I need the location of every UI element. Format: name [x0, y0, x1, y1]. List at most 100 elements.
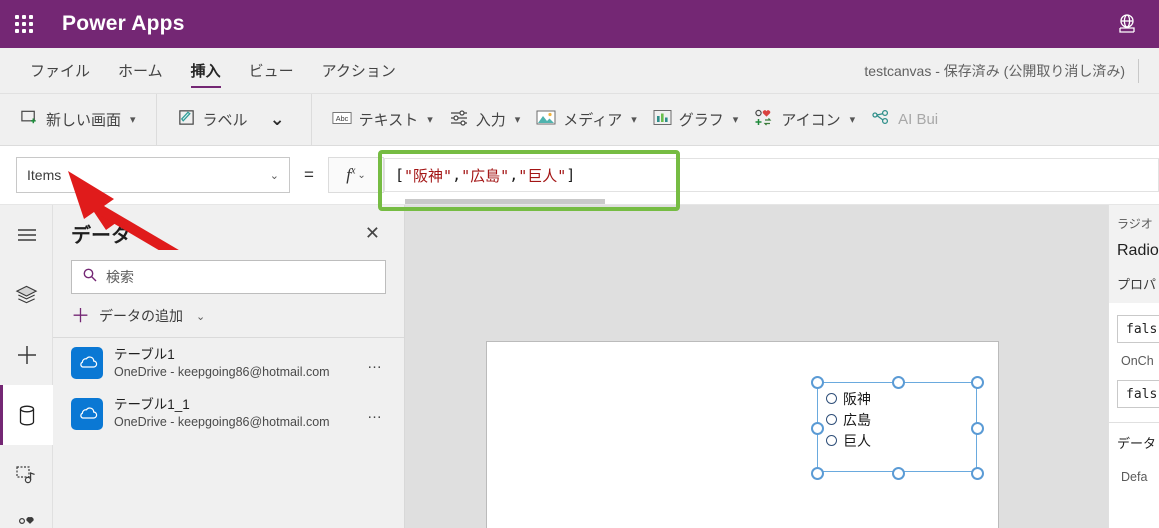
- overflow-menu-icon[interactable]: …: [361, 355, 390, 372]
- fx-button[interactable]: fx ⌄: [328, 157, 384, 193]
- tab-properties[interactable]: プロパ: [1117, 274, 1159, 293]
- data-search-box[interactable]: [71, 260, 386, 294]
- add-data-label: データの追加: [99, 308, 184, 324]
- chevron-down-icon: ▾: [514, 114, 521, 126]
- plus-icon: ＋: [71, 305, 91, 327]
- formula-token: ,: [509, 166, 519, 184]
- chevron-down-icon: ⌄: [196, 310, 206, 323]
- resize-handle-n[interactable]: [892, 376, 905, 389]
- menu-item-file[interactable]: ファイル: [16, 48, 104, 94]
- resize-handle-w[interactable]: [811, 422, 824, 435]
- environment-globe-icon[interactable]: [1103, 0, 1151, 48]
- data-source-subtitle: OneDrive - keepgoing86@hotmail.com: [114, 364, 330, 379]
- menu-item-insert[interactable]: 挿入: [177, 48, 235, 94]
- chevron-down-icon: ▾: [849, 114, 856, 126]
- status-divider: [1138, 59, 1139, 83]
- resize-handle-s[interactable]: [892, 467, 905, 480]
- property-value-field[interactable]: fals: [1117, 315, 1159, 343]
- ribbon-expand-chevron-icon[interactable]: ⌄: [256, 109, 299, 130]
- radio-circle-icon: [826, 393, 837, 404]
- ribbon-group-label: ラベル ⌄: [157, 93, 312, 146]
- hamburger-menu-icon[interactable]: [0, 205, 53, 265]
- input-button-label: 入力: [475, 112, 506, 129]
- media-image-icon: [536, 109, 556, 130]
- resize-handle-nw[interactable]: [811, 376, 824, 389]
- resize-handle-se[interactable]: [971, 467, 984, 480]
- chart-button[interactable]: グラフ ▾: [645, 100, 747, 140]
- app-launcher-icon[interactable]: [0, 0, 48, 48]
- title-bar: Power Apps: [0, 0, 1159, 48]
- data-database-icon[interactable]: [0, 385, 53, 445]
- property-label: OnCh: [1121, 354, 1154, 368]
- media-button[interactable]: メディア ▾: [528, 100, 644, 140]
- overflow-menu-icon[interactable]: …: [361, 405, 390, 422]
- radio-option[interactable]: 阪神: [818, 388, 976, 409]
- tree-view-layers-icon[interactable]: [0, 265, 53, 325]
- chart-button-label: グラフ: [678, 112, 724, 129]
- menu-item-view[interactable]: ビュー: [235, 48, 308, 94]
- formula-bar: Items ⌄ = fx ⌄ ["阪神", "広島", "巨人"]: [0, 146, 1159, 205]
- menu-bar: ファイル ホーム 挿入 ビュー アクション testcanvas - 保存済み …: [0, 48, 1159, 94]
- radio-circle-icon: [826, 414, 837, 425]
- property-value-field[interactable]: fals: [1117, 380, 1159, 408]
- list-item[interactable]: テーブル1_1 OneDrive - keepgoing86@hotmail.c…: [53, 388, 404, 438]
- input-sliders-icon: [449, 109, 469, 131]
- media-icon[interactable]: [0, 445, 53, 505]
- app-screen[interactable]: 阪神 広島 巨人: [486, 341, 999, 528]
- radio-option-label: 広島: [843, 411, 871, 428]
- insert-plus-icon[interactable]: [0, 325, 53, 385]
- ribbon-group-screens: 新しい画面 ▾: [0, 93, 157, 146]
- ai-builder-button[interactable]: AI Bui: [863, 100, 946, 140]
- text-button[interactable]: Abc テキスト ▾: [324, 100, 441, 140]
- advanced-variables-icon[interactable]: [0, 505, 53, 528]
- chart-bars-icon: [653, 109, 672, 130]
- input-button[interactable]: 入力 ▾: [441, 100, 529, 140]
- chevron-down-icon: ▾: [732, 114, 739, 126]
- power-apps-studio: Power Apps ファイル ホーム 挿入 ビュー アクション testcan…: [0, 0, 1159, 528]
- new-screen-button[interactable]: 新しい画面 ▾: [12, 100, 144, 140]
- resize-handle-sw[interactable]: [811, 467, 824, 480]
- formula-token: "広島": [461, 166, 510, 185]
- data-source-subtitle: OneDrive - keepgoing86@hotmail.com: [114, 414, 330, 429]
- list-item-text: テーブル1_1 OneDrive - keepgoing86@hotmail.c…: [114, 396, 350, 430]
- media-button-label: メディア: [563, 112, 623, 129]
- menu-item-action[interactable]: アクション: [308, 48, 410, 94]
- ai-builder-label: AI Bui: [898, 111, 939, 128]
- icons-button[interactable]: アイコン ▾: [746, 100, 863, 140]
- text-button-label: テキスト: [358, 112, 419, 129]
- chevron-down-icon: ⌄: [269, 169, 279, 182]
- data-source-name: テーブル1: [114, 347, 175, 362]
- svg-text:Abc: Abc: [335, 114, 348, 123]
- icons-shapes-icon: [754, 109, 774, 131]
- radio-option-label: 巨人: [843, 432, 871, 449]
- list-item[interactable]: テーブル1 OneDrive - keepgoing86@hotmail.com…: [53, 338, 404, 388]
- fx-icon: fx: [346, 165, 356, 184]
- text-abc-icon: Abc: [332, 110, 352, 130]
- formula-input[interactable]: ["阪神", "広島", "巨人"]: [384, 158, 1159, 192]
- properties-panel: ラジオ Radio プロパ fals OnCh fals データ Defa: [1108, 205, 1159, 528]
- radio-control[interactable]: 阪神 広島 巨人: [811, 376, 984, 480]
- properties-section-data: データ: [1117, 436, 1157, 451]
- resize-handle-ne[interactable]: [971, 376, 984, 389]
- chevron-down-icon: ▾: [130, 114, 136, 126]
- label-button-label: ラベル: [202, 112, 248, 129]
- property-select[interactable]: Items ⌄: [16, 157, 290, 193]
- horizontal-scroll-strip[interactable]: [405, 199, 605, 204]
- canvas-area[interactable]: 阪神 広島 巨人: [405, 205, 1108, 528]
- formula-token: ,: [452, 166, 462, 184]
- radio-option[interactable]: 巨人: [818, 430, 976, 451]
- radio-circle-icon: [826, 435, 837, 446]
- control-name: Radio: [1117, 242, 1159, 259]
- resize-handle-e[interactable]: [971, 422, 984, 435]
- data-panel: データ ✕ ＋ データの追加 ⌄ テーブル: [53, 205, 405, 528]
- equals-sign: =: [304, 165, 314, 184]
- menu-item-home[interactable]: ホーム: [104, 48, 177, 94]
- new-screen-label: 新しい画面: [46, 112, 122, 129]
- radio-option[interactable]: 広島: [818, 409, 976, 430]
- ribbon-group-controls: Abc テキスト ▾ 入力 ▾ メディア ▾ グラフ ▾ アイコン ▾ AI B…: [312, 94, 959, 146]
- formula-token: [: [395, 166, 405, 184]
- close-icon[interactable]: ✕: [359, 221, 386, 246]
- add-data-button[interactable]: ＋ データの追加 ⌄: [71, 306, 386, 326]
- label-button[interactable]: ラベル: [169, 100, 256, 140]
- search-input[interactable]: [106, 269, 375, 285]
